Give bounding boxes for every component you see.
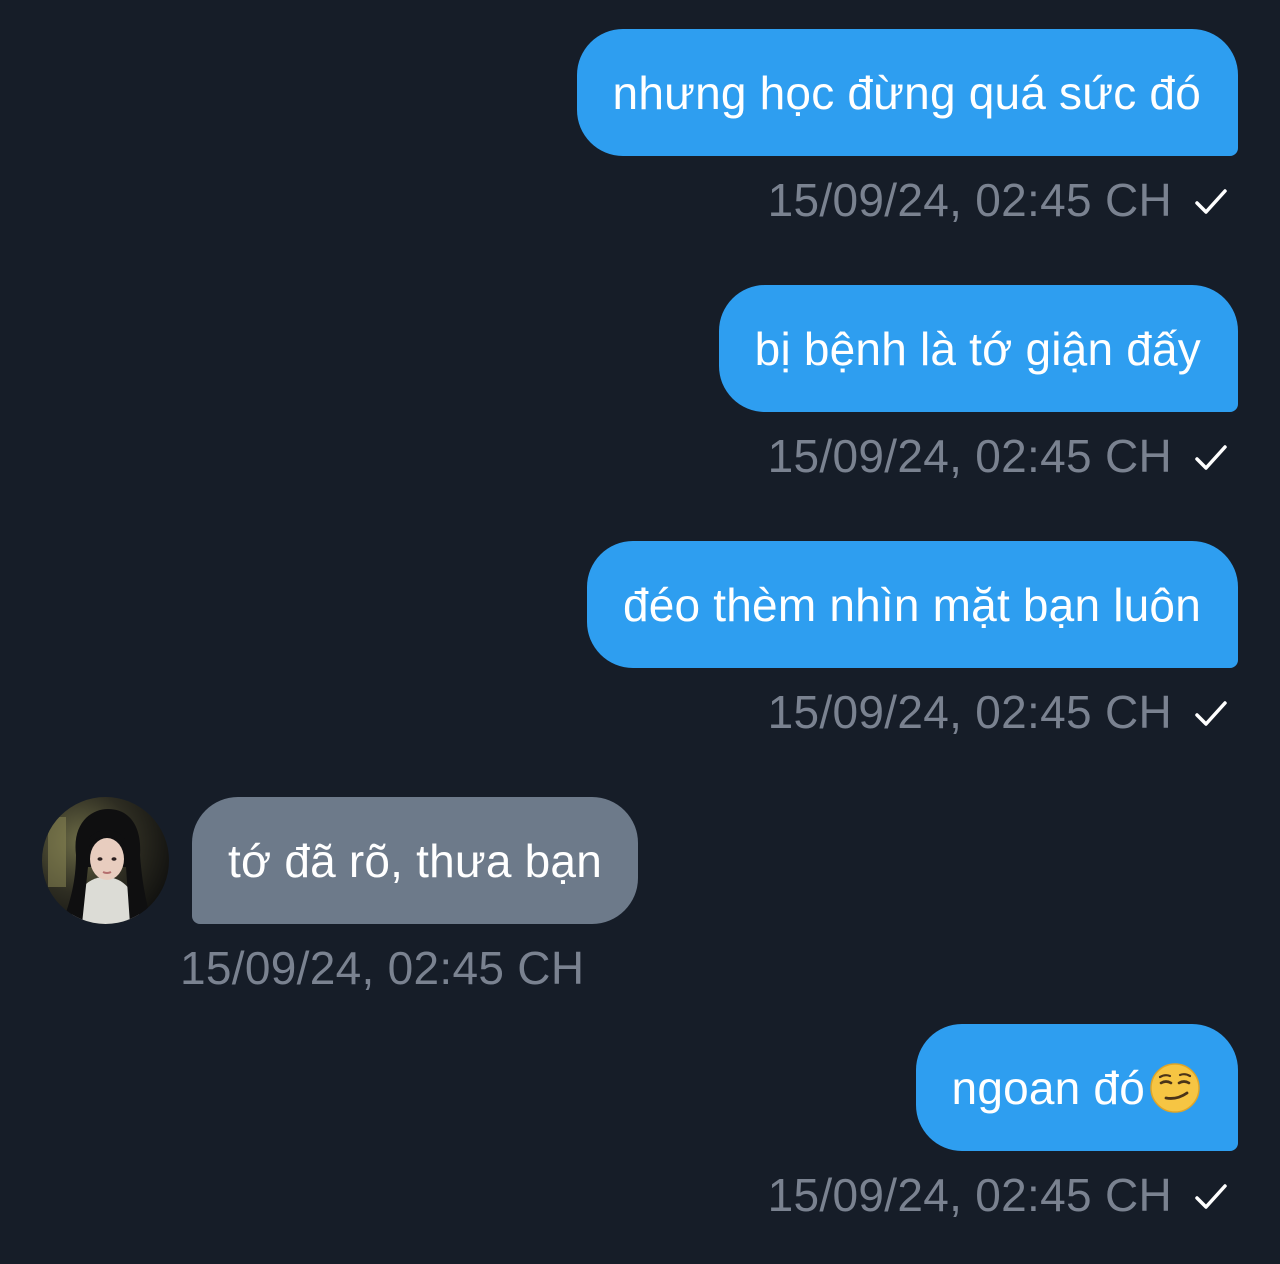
message-text: tớ đã rõ, thưa bạn [228, 834, 603, 887]
message-meta: 15/09/24, 02:45 CH [768, 174, 1228, 226]
message-bubble-incoming[interactable]: tớ đã rõ, thưa bạn [192, 797, 639, 924]
message-text: nhưng học đừng quá sức đó [612, 66, 1201, 119]
message-bubble-outgoing[interactable]: nhưng học đừng quá sức đó [576, 29, 1238, 156]
chat-thread: nhưng học đừng quá sức đó 15/09/24, 02:4… [0, 0, 1280, 1264]
message-text: đéo thèm nhìn mặt bạn luôn [622, 578, 1201, 631]
message-bubble-outgoing[interactable]: đéo thèm nhìn mặt bạn luôn [586, 541, 1238, 668]
message-bubble-outgoing[interactable]: bị bệnh là tớ giận đấy [718, 285, 1238, 412]
check-icon [1195, 189, 1227, 214]
message-text: bị bệnh là tớ giận đấy [754, 322, 1201, 375]
message-bubble-outgoing[interactable]: ngoan đó [915, 1024, 1238, 1151]
contact-avatar[interactable] [42, 797, 169, 924]
smirking-face-icon [1150, 1062, 1200, 1113]
check-icon [1195, 1184, 1227, 1209]
message-meta: 15/09/24, 02:45 CH [768, 1169, 1228, 1221]
message-text: ngoan đó [951, 1061, 1145, 1114]
message-meta: 15/09/24, 02:45 CH [180, 942, 584, 994]
message-timestamp: 15/09/24, 02:45 CH [767, 686, 1172, 738]
message-timestamp: 15/09/24, 02:45 CH [767, 174, 1172, 226]
message-timestamp: 15/09/24, 02:45 CH [767, 1169, 1172, 1221]
message-meta: 15/09/24, 02:45 CH [768, 430, 1228, 482]
message-meta: 15/09/24, 02:45 CH [768, 686, 1228, 738]
check-icon [1195, 701, 1227, 726]
check-icon [1195, 445, 1227, 470]
message-timestamp: 15/09/24, 02:45 CH [767, 430, 1172, 482]
message-timestamp: 15/09/24, 02:45 CH [180, 942, 585, 994]
